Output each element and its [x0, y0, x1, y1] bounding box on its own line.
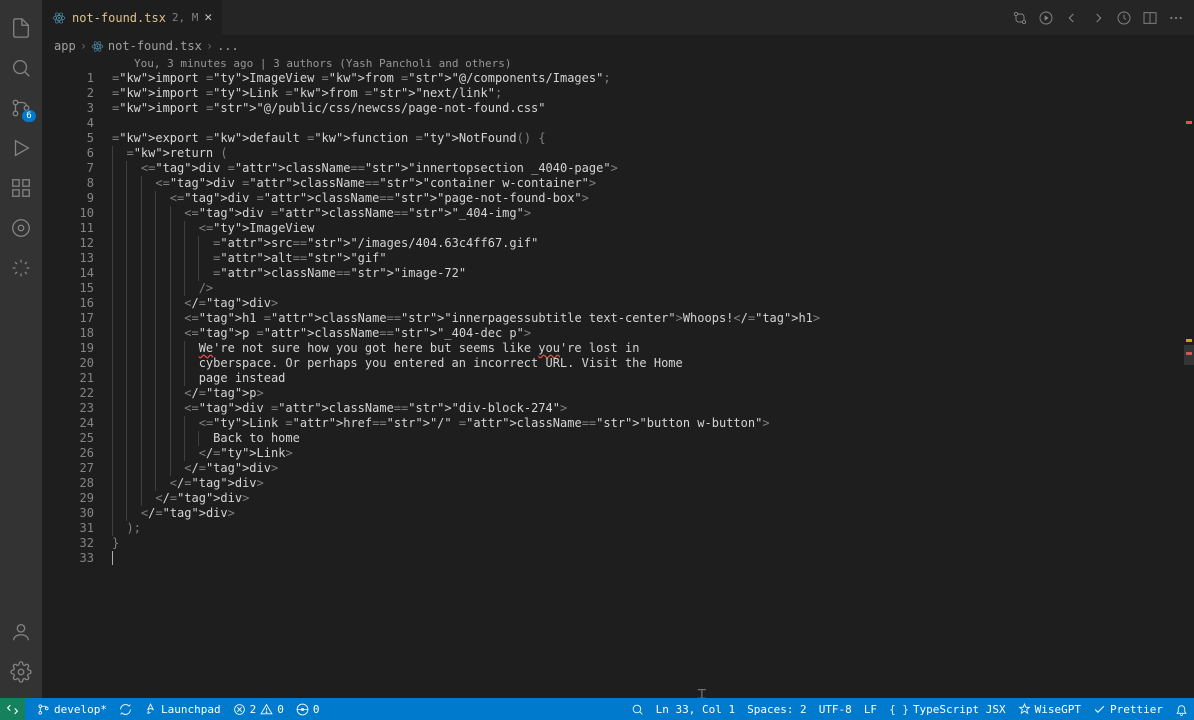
- launchpad-label: Launchpad: [161, 703, 221, 716]
- explorer-icon[interactable]: [0, 8, 42, 48]
- language-label: TypeScript JSX: [913, 703, 1006, 716]
- error-count: 2: [250, 703, 257, 716]
- line-gutter: 1234567891011121314151617181920212223242…: [42, 71, 112, 698]
- text-cursor-glyph: ⌶: [697, 684, 707, 698]
- tab-filename: not-found.tsx: [72, 11, 166, 25]
- ports-count: 0: [313, 703, 320, 716]
- language-mode[interactable]: { } TypeScript JSX: [889, 703, 1006, 716]
- feedback-icon[interactable]: [631, 703, 644, 716]
- status-bar: develop* Launchpad 2 0 0 Ln 33, Col 1 Sp…: [0, 698, 1194, 720]
- settings-gear-icon[interactable]: [0, 652, 42, 692]
- extensions-icon[interactable]: [0, 168, 42, 208]
- ports[interactable]: 0: [296, 703, 320, 716]
- indentation[interactable]: Spaces: 2: [747, 703, 807, 716]
- react-file-icon: [91, 40, 104, 53]
- tab-problems: 2, M: [172, 11, 199, 24]
- git-compare-icon[interactable]: [1012, 10, 1028, 26]
- accounts-icon[interactable]: [0, 612, 42, 652]
- run-debug-icon[interactable]: [0, 128, 42, 168]
- next-icon[interactable]: [1090, 10, 1106, 26]
- tab-not-found[interactable]: not-found.tsx 2, M ✕: [42, 0, 223, 35]
- gitlens-icon[interactable]: [0, 208, 42, 248]
- split-editor-icon[interactable]: [1142, 10, 1158, 26]
- chevron-right-icon: ›: [80, 39, 87, 53]
- source-control-icon[interactable]: 6: [0, 88, 42, 128]
- annotate-icon[interactable]: [1116, 10, 1132, 26]
- code-text[interactable]: ="kw">import ="ty">ImageView ="kw">from …: [112, 71, 1194, 698]
- prev-icon[interactable]: [1064, 10, 1080, 26]
- prettier[interactable]: Prettier: [1093, 703, 1163, 716]
- breadcrumb-folder[interactable]: app: [54, 39, 76, 53]
- search-icon[interactable]: [0, 48, 42, 88]
- tab-bar: not-found.tsx 2, M ✕: [42, 0, 1194, 35]
- warning-count: 0: [277, 703, 284, 716]
- wisegpt-label: WiseGPT: [1035, 703, 1081, 716]
- wisegpt[interactable]: WiseGPT: [1018, 703, 1081, 716]
- notifications-icon[interactable]: [1175, 703, 1188, 716]
- cursor-position[interactable]: Ln 33, Col 1: [656, 703, 735, 716]
- breadcrumb-tail[interactable]: ...: [217, 39, 239, 53]
- problems[interactable]: 2 0: [233, 703, 284, 716]
- minimap[interactable]: ="kw">import ="ty">ImageView ="kw">from …: [1080, 35, 1180, 175]
- sync-icon[interactable]: [119, 703, 132, 716]
- codelens-blame[interactable]: You, 3 minutes ago | 3 authors (Yash Pan…: [42, 57, 1194, 71]
- scm-badge: 6: [22, 110, 36, 122]
- encoding[interactable]: UTF-8: [819, 703, 852, 716]
- editor-toolbar: [1012, 0, 1194, 35]
- remote-indicator[interactable]: [0, 698, 25, 720]
- react-file-icon: [52, 11, 66, 25]
- eol[interactable]: LF: [864, 703, 877, 716]
- breadcrumb-file[interactable]: not-found.tsx: [108, 39, 202, 53]
- run-file-icon[interactable]: [1038, 10, 1054, 26]
- git-branch[interactable]: develop*: [37, 703, 107, 716]
- scroll-thumb[interactable]: [1184, 345, 1194, 365]
- code-editor[interactable]: 1234567891011121314151617181920212223242…: [42, 71, 1194, 698]
- editor-area: not-found.tsx 2, M ✕ app › not-found.tsx…: [42, 0, 1194, 698]
- close-icon[interactable]: ✕: [204, 10, 212, 25]
- activity-bar: 6: [0, 0, 42, 698]
- prettier-label: Prettier: [1110, 703, 1163, 716]
- chevron-right-icon: ›: [206, 39, 213, 53]
- launchpad[interactable]: Launchpad: [144, 703, 221, 716]
- more-icon[interactable]: [1168, 10, 1184, 26]
- breadcrumb[interactable]: app › not-found.tsx › ...: [42, 35, 1194, 57]
- loading-icon[interactable]: [0, 248, 42, 288]
- scrollbar-track[interactable]: [1180, 57, 1194, 698]
- branch-name: develop*: [54, 703, 107, 716]
